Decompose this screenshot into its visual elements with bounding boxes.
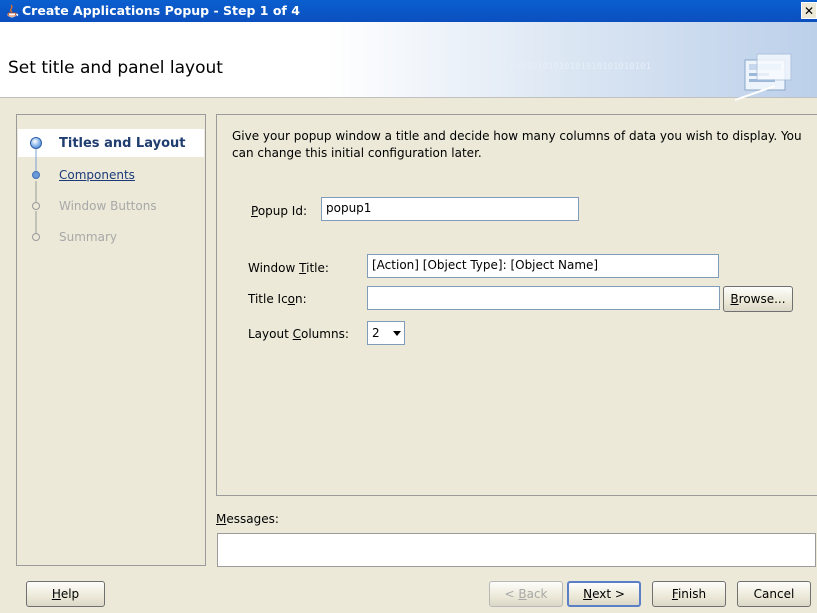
- close-button[interactable]: ✕: [801, 2, 817, 19]
- finish-button[interactable]: Finish: [652, 581, 726, 607]
- step-titles-and-layout[interactable]: Titles and Layout: [17, 134, 203, 154]
- step-dot-icon: [32, 171, 40, 179]
- window-title: Create Applications Popup - Step 1 of 4: [22, 3, 300, 18]
- messages-box: [217, 533, 816, 567]
- chevron-down-icon: [393, 331, 401, 336]
- window-title-label: Window Title:: [248, 261, 329, 275]
- binary-decoration: 01010101010101010101010101: [510, 62, 651, 72]
- wizard-window: Create Applications Popup - Step 1 of 4 …: [0, 0, 817, 613]
- step-components[interactable]: Components: [17, 166, 203, 186]
- step-summary: Summary: [17, 228, 203, 248]
- title-icon-input[interactable]: [367, 286, 720, 310]
- steps-navigation: Titles and Layout Components Window Butt…: [16, 114, 206, 566]
- layout-columns-label: Layout Columns:: [248, 327, 349, 341]
- popup-id-input[interactable]: popup1: [321, 197, 579, 221]
- wizard-header: Set title and panel layout 0101010101010…: [0, 22, 817, 101]
- help-button[interactable]: Help: [26, 581, 105, 607]
- step-label: Summary: [59, 230, 117, 244]
- title-icon-label: Title Icon:: [248, 292, 307, 306]
- header-graphic-icon: [734, 52, 795, 102]
- step-label: Window Buttons: [59, 199, 157, 213]
- java-app-icon: [4, 3, 20, 19]
- title-bar[interactable]: Create Applications Popup - Step 1 of 4 …: [0, 0, 817, 22]
- cancel-button[interactable]: Cancel: [737, 581, 811, 607]
- step-dot-icon: [32, 202, 40, 210]
- intro-text: Give your popup window a title and decid…: [232, 129, 802, 160]
- layout-columns-select[interactable]: 2: [367, 321, 405, 345]
- next-button[interactable]: Next >: [567, 581, 641, 607]
- window-title-input[interactable]: [Action] [Object Type]: [Object Name]: [367, 254, 719, 278]
- step-label: Components: [59, 168, 135, 182]
- step-label: Titles and Layout: [59, 136, 186, 151]
- page-heading: Set title and panel layout: [8, 58, 223, 78]
- close-icon: ✕: [803, 4, 815, 18]
- back-button[interactable]: < Back: [489, 581, 563, 607]
- messages-label: Messages:: [216, 512, 279, 526]
- step-dot-icon: [32, 233, 40, 241]
- popup-id-label: Popup Id:: [251, 204, 308, 218]
- current-step-icon: [30, 137, 42, 149]
- step-window-buttons: Window Buttons: [17, 197, 203, 217]
- content-panel: Give your popup window a title and decid…: [216, 114, 817, 496]
- browse-button[interactable]: Browse...: [723, 286, 793, 312]
